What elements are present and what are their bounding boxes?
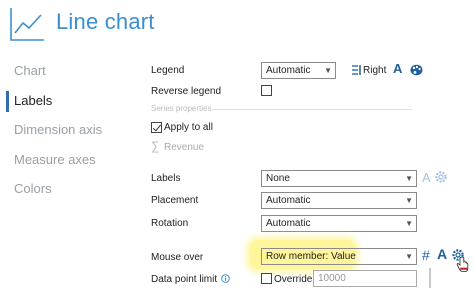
rotation-select-value: Automatic — [266, 218, 311, 229]
apply-to-all-label: Apply to all — [164, 122, 213, 133]
legend-label: Legend — [151, 65, 185, 76]
chevron-down-icon: ▼ — [324, 66, 332, 75]
apply-to-all-checkbox[interactable] — [151, 122, 162, 133]
legend-position-icon[interactable] — [352, 65, 361, 75]
label-font-icon: A — [422, 170, 431, 185]
mouse-over-label: Mouse over — [151, 252, 204, 263]
font-icon[interactable]: A — [393, 62, 402, 75]
chevron-down-icon: ▼ — [405, 174, 413, 183]
data-point-limit-label: Data point limit — [151, 274, 218, 285]
chevron-down-icon: ▼ — [405, 196, 413, 205]
legend-select-value: Automatic — [266, 65, 311, 76]
mouse-over-select[interactable]: Row member: Value ▼ — [261, 248, 417, 265]
placement-select[interactable]: Automatic ▼ — [261, 192, 417, 209]
legend-position-label[interactable]: Right — [363, 65, 386, 76]
slider-handle-icon — [429, 268, 431, 288]
section-divider — [212, 109, 412, 110]
reverse-legend-checkbox[interactable] — [261, 85, 272, 96]
hand-cursor-icon — [456, 257, 469, 272]
placement-select-value: Automatic — [266, 195, 311, 206]
chevron-down-icon: ▼ — [405, 219, 413, 228]
properties-form: Legend Automatic ▼ Right A Reverse legen… — [0, 0, 474, 293]
series-name-label: Revenue — [164, 142, 205, 153]
labels-select[interactable]: None ▼ — [261, 170, 417, 187]
chevron-down-icon: ▼ — [405, 252, 413, 261]
rotation-select[interactable]: Automatic ▼ — [261, 215, 417, 232]
legend-select[interactable]: Automatic ▼ — [261, 62, 336, 79]
data-point-limit-input[interactable]: 10000 — [313, 270, 417, 287]
override-checkbox[interactable] — [261, 273, 272, 284]
info-icon[interactable] — [221, 274, 230, 283]
placement-label: Placement — [151, 195, 199, 206]
reverse-legend-label: Reverse legend — [151, 86, 222, 97]
rotation-label: Rotation — [151, 218, 189, 229]
hash-icon[interactable]: # — [422, 248, 430, 262]
series-properties-title: Series properties — [151, 104, 212, 113]
labels-label: Labels — [151, 173, 181, 184]
label-settings-gear-icon — [435, 171, 447, 183]
override-label: Override — [274, 274, 313, 285]
sigma-icon: ∑ — [151, 139, 160, 153]
font-icon[interactable]: A — [437, 247, 447, 261]
mouse-over-select-value: Row member: Value — [266, 251, 356, 262]
labels-select-value: None — [266, 173, 290, 184]
palette-icon[interactable] — [410, 64, 423, 76]
